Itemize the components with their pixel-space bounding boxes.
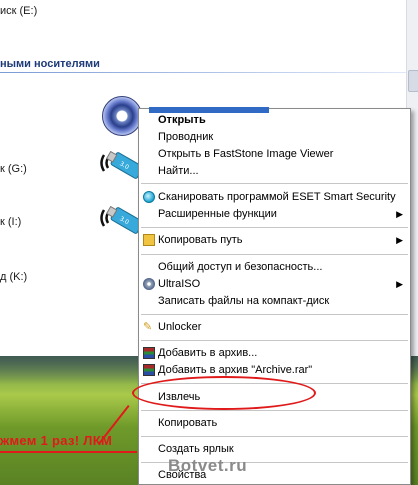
menu-item-copy-path[interactable]: Копировать путь ▶ [139,232,410,249]
drive-k-label[interactable]: д (K:) [0,271,27,283]
drive-g-label[interactable]: к (G:) [0,163,27,175]
menu-item-label: Записать файлы на компакт-диск [158,295,330,307]
menu-item-eset-scan[interactable]: Сканировать программой ESET Smart Securi… [139,189,410,206]
folder-icon [143,234,155,246]
menu-item-label: Сканировать программой ESET Smart Securi… [158,191,396,203]
section-divider [0,72,406,73]
menu-item-label: Открыть [158,114,206,126]
menu-separator [141,410,408,411]
menu-item-label: Расширенные функции [158,208,277,220]
menu-item-sharing-security[interactable]: Общий доступ и безопасность... [139,259,410,276]
menu-item-label: UltraISO [158,278,201,290]
context-menu: Открыть Проводник Открыть в FastStone Im… [138,107,411,485]
menu-item-label: Открыть в FastStone Image Viewer [158,148,334,160]
submenu-arrow-icon: ▶ [396,209,403,219]
menu-item-unlocker[interactable]: ✎ Unlocker [139,319,410,336]
menu-item-label: Копировать путь [158,234,243,246]
menu-separator [141,314,408,315]
site-watermark: Botvet.ru [168,456,248,475]
menu-item-copy[interactable]: Копировать [139,415,410,432]
menu-item-advanced-functions[interactable]: Расширенные функции ▶ [139,206,410,223]
scrollbar-thumb[interactable] [408,70,418,92]
menu-separator [141,254,408,255]
menu-item-burn-to-cd[interactable]: Записать файлы на компакт-диск [139,293,410,310]
menu-separator [141,183,408,184]
eject-highlight-ellipse [132,376,316,410]
winrar-icon [143,347,155,359]
annotation-hint-underline [0,451,137,453]
menu-separator [141,340,408,341]
menu-item-label: Добавить в архив... [158,347,258,359]
eset-icon [143,191,155,203]
menu-item-label: Добавить в архив "Archive.rar" [158,364,313,376]
winrar-icon [143,364,155,376]
menu-item-open[interactable]: Открыть [139,112,410,129]
menu-item-ultraiso[interactable]: UltraISO ▶ [139,276,410,293]
cd-drive-icon[interactable] [102,96,142,136]
menu-item-add-to-archive[interactable]: Добавить в архив... [139,345,410,362]
menu-item-label: Проводник [158,131,214,143]
menu-item-find[interactable]: Найти... [139,163,410,180]
drive-e-label[interactable]: иск (E:) [0,5,37,17]
submenu-arrow-icon: ▶ [396,279,403,289]
menu-item-label: Unlocker [158,321,202,333]
ultraiso-icon [143,278,155,290]
menu-separator [141,436,408,437]
drive-i-label[interactable]: к (I:) [0,216,21,228]
menu-item-label: Создать ярлык [158,443,234,455]
submenu-arrow-icon: ▶ [396,235,403,245]
menu-item-label: Общий доступ и безопасность... [158,261,323,273]
menu-item-open-in-faststone[interactable]: Открыть в FastStone Image Viewer [139,146,410,163]
unlocker-icon: ✎ [143,321,153,333]
removable-media-section-title: ными носителями [0,58,100,70]
menu-item-label: Копировать [158,417,218,429]
menu-item-explorer[interactable]: Проводник [139,129,410,146]
menu-item-add-to-archive-rar[interactable]: Добавить в архив "Archive.rar" [139,362,410,379]
menu-separator [141,227,408,228]
annotation-hint-text: жмем 1 раз! ЛКМ [0,433,113,448]
menu-item-label: Найти... [158,165,199,177]
